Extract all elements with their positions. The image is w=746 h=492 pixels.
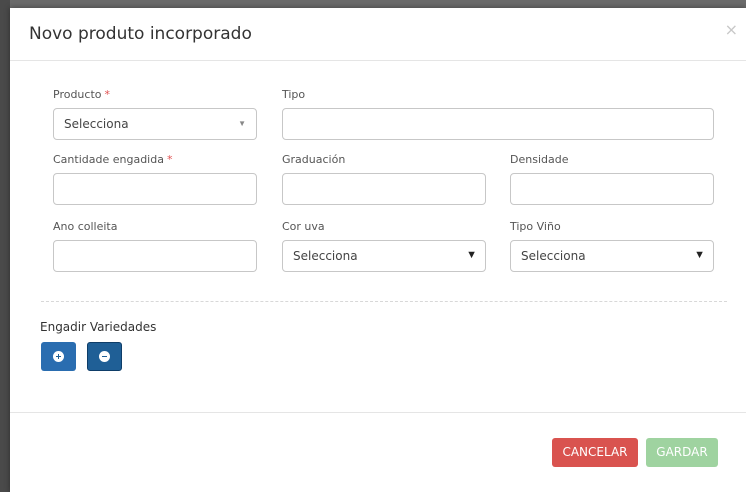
modal-title: Novo produto incorporado: [29, 24, 252, 44]
tipo-label: Tipo: [282, 88, 306, 101]
chevron-down-icon: ▼: [694, 249, 705, 261]
cancel-button[interactable]: CANCELAR: [552, 438, 638, 467]
plus-bar: [58, 354, 59, 359]
footer-divider: [10, 412, 746, 413]
ano-colleita-label: Ano colleita: [53, 220, 118, 233]
densidade-input[interactable]: [510, 173, 714, 205]
modal-header: Novo produto incorporado ×: [10, 8, 746, 61]
producto-label: Producto *: [53, 88, 110, 101]
cantidade-input[interactable]: [53, 173, 257, 205]
tipo-vino-select[interactable]: Selecciona ▼: [510, 240, 714, 272]
save-button[interactable]: GARDAR: [646, 438, 718, 467]
divider: [41, 301, 727, 302]
required-marker: *: [104, 88, 111, 101]
cor-uva-select-value: Selecciona: [293, 249, 358, 263]
varieties-label: Engadir Variedades: [40, 320, 157, 334]
chevron-down-icon: ▼: [466, 249, 477, 261]
tipo-input[interactable]: [282, 108, 714, 140]
chevron-down-icon: ▼: [238, 119, 246, 128]
graduacion-label: Graduación: [282, 153, 346, 166]
minus-circle-icon: [99, 351, 110, 362]
close-icon[interactable]: ×: [725, 20, 738, 39]
backdrop: [0, 0, 10, 492]
cor-uva-select[interactable]: Selecciona ▼: [282, 240, 486, 272]
cantidade-label: Cantidade engadida *: [53, 153, 172, 166]
tipo-vino-select-value: Selecciona: [521, 249, 586, 263]
producto-select[interactable]: Selecciona ▼: [53, 108, 257, 140]
plus-circle-icon: [53, 351, 64, 362]
tipo-vino-label: Tipo Viño: [510, 220, 561, 233]
required-marker: *: [166, 153, 173, 166]
remove-variety-button[interactable]: [87, 342, 122, 371]
add-variety-button[interactable]: [41, 342, 76, 371]
cor-uva-label: Cor uva: [282, 220, 325, 233]
minus-bar: [102, 356, 107, 357]
producto-label-text: Producto: [53, 88, 102, 101]
producto-select-value: Selecciona: [64, 117, 129, 131]
graduacion-input[interactable]: [282, 173, 486, 205]
ano-colleita-input[interactable]: [53, 240, 257, 272]
densidade-label: Densidade: [510, 153, 569, 166]
cantidade-label-text: Cantidade engadida: [53, 153, 164, 166]
new-product-modal: Novo produto incorporado × Producto * Sel…: [10, 8, 746, 492]
